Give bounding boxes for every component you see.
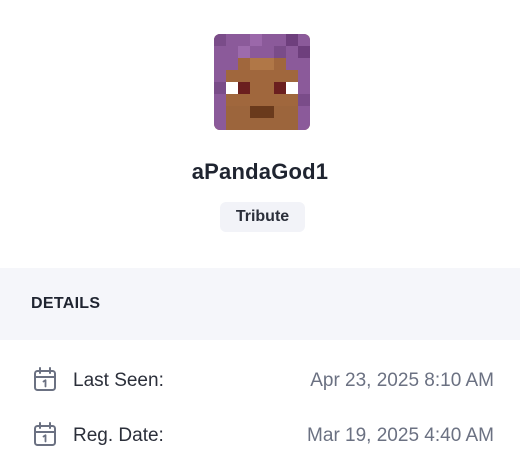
player-profile: aPandaGod1 Tribute — [0, 0, 520, 268]
rank-badge: Tribute — [220, 202, 305, 232]
detail-row-reg-date: Reg. Date: Mar 19, 2025 4:40 AM — [0, 420, 520, 450]
details-title: DETAILS — [31, 295, 101, 312]
details-section-header: DETAILS — [0, 268, 520, 340]
detail-label: Last Seen: — [73, 370, 164, 391]
calendar-icon — [33, 367, 57, 393]
detail-row-last-seen: Last Seen: Apr 23, 2025 8:10 AM — [0, 365, 520, 395]
detail-value: Apr 23, 2025 8:10 AM — [310, 370, 494, 391]
minecraft-face-icon — [214, 34, 310, 130]
calendar-icon — [33, 422, 57, 448]
detail-value: Mar 19, 2025 4:40 AM — [307, 425, 494, 446]
player-username: aPandaGod1 — [191, 159, 329, 184]
player-avatar — [214, 34, 310, 130]
detail-label: Reg. Date: — [73, 425, 164, 446]
